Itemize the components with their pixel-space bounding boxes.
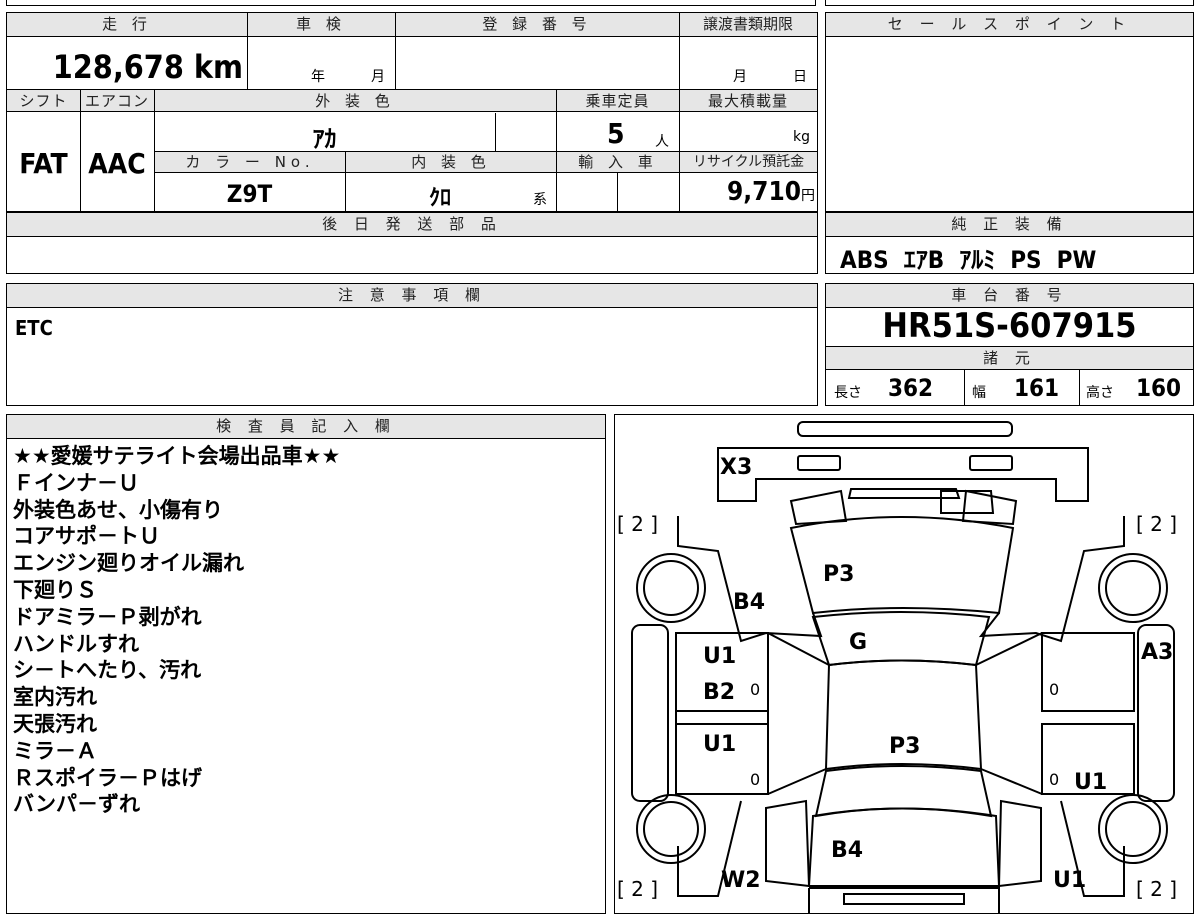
exterior-color-value: ｱｶ xyxy=(312,125,337,153)
inspector-line: エンジン廻りオイル漏れ xyxy=(13,551,244,576)
recycle-label: リサイクル預託金 xyxy=(680,152,817,173)
inspector-line: 下廻りＳ xyxy=(13,577,97,602)
later-parts-label: 後 日 発 送 部 品 xyxy=(7,213,817,237)
inspector-line: コアサポ－トＵ xyxy=(13,524,160,549)
mark-right-rear-quarter: U1 xyxy=(1053,868,1086,893)
mark-left-front-door-2: B2 xyxy=(703,680,735,705)
inspector-line: シ－トへたり、汚れ xyxy=(13,658,202,683)
spec-width-value: 161 xyxy=(1014,374,1060,402)
top-strip-right xyxy=(825,0,1194,6)
transfer-day-unit: 日 xyxy=(793,69,807,85)
tire-label-front-left: [ 2 ] xyxy=(617,512,658,536)
inspection-label: 車 検 xyxy=(247,13,395,37)
door-mark-left-rear: 0 xyxy=(750,770,760,789)
interior-color-value: ｸﾛ xyxy=(428,186,451,211)
inspector-line: ドアミラ－Ｐ剥がれ xyxy=(13,604,202,629)
inspector-line: 室内汚れ xyxy=(13,685,97,710)
inspector-line: 天張汚れ xyxy=(13,711,97,736)
vehicle-info-box: 走 行 車 検 登 録 番 号 譲渡書類期限 128,678 km 年 月 月 … xyxy=(6,12,818,213)
inspector-line: ミラ－Ａ xyxy=(13,738,97,763)
inspector-box: 検 査 員 記 入 欄 ★★愛媛サテライト会場出品車★★ Ｆインナ－Ｕ 外装色あ… xyxy=(6,414,606,914)
mark-right-front-door: A3 xyxy=(1141,640,1173,665)
genuine-equipment-label: 純 正 装 備 xyxy=(826,213,1193,237)
spec-height-value: 160 xyxy=(1136,374,1182,402)
chassis-value: HR51S-607915 xyxy=(882,306,1137,346)
sales-points-label: セ ー ル ス ポ イ ン ト xyxy=(826,13,1193,37)
spec-length-label: 長さ xyxy=(834,385,862,401)
inspector-line: 外装色あせ、小傷有り xyxy=(13,497,223,522)
tire-label-front-right: [ 2 ] xyxy=(1136,512,1177,536)
sales-points-box: セ ー ル ス ポ イ ン ト xyxy=(825,12,1194,212)
specs-label: 諸 元 xyxy=(826,346,1193,370)
mark-left-rear-quarter: W2 xyxy=(721,868,761,893)
capacity-value: 5 xyxy=(607,117,625,150)
later-parts-box: 後 日 発 送 部 品 xyxy=(6,212,818,274)
mark-front-bumper: X3 xyxy=(720,455,752,480)
chassis-box: 車 台 番 号 HR51S-607915 諸 元 長さ 362 幅 161 高さ… xyxy=(825,283,1194,406)
inspector-line: Ｒスポイラ－Ｐはげ xyxy=(13,765,202,790)
shift-value: FAT xyxy=(19,147,68,180)
inspection-year-unit: 年 xyxy=(311,69,325,85)
color-no-label: カ ラ ー No. xyxy=(155,152,345,173)
mark-left-rear-door: U1 xyxy=(703,732,736,757)
aircon-value: AAC xyxy=(88,147,146,180)
mark-trunk: B4 xyxy=(831,838,863,863)
capacity-unit: 人 xyxy=(655,134,669,150)
mark-left-front-fender: B4 xyxy=(733,590,765,615)
inspection-month-unit: 月 xyxy=(371,69,385,85)
damage-diagram-box: X3 P3 B4 G U1 B2 U1 P3 A3 U1 B4 W2 U1 [ … xyxy=(614,414,1194,914)
mark-hood: P3 xyxy=(823,562,854,587)
inspector-line: ★★愛媛サテライト会場出品車★★ xyxy=(13,444,341,468)
mark-windshield: G xyxy=(849,630,867,655)
aircon-label: エアコン xyxy=(80,90,154,112)
exterior-color-label: 外 装 色 xyxy=(154,90,556,112)
registration-label: 登 録 番 号 xyxy=(395,13,679,37)
door-mark-right-front: 0 xyxy=(1049,680,1059,699)
chassis-label: 車 台 番 号 xyxy=(826,284,1193,308)
mark-right-rear-door: U1 xyxy=(1074,770,1107,795)
interior-color-label: 内 装 色 xyxy=(346,152,556,173)
transfer-deadline-label: 譲渡書類期限 xyxy=(679,13,817,37)
mark-left-front-door: U1 xyxy=(703,644,736,669)
door-mark-left-front: 0 xyxy=(750,680,760,699)
max-load-unit: kg xyxy=(793,129,810,145)
inspector-lines: ★★愛媛サテライト会場出品車★★ Ｆインナ－Ｕ 外装色あせ、小傷有り コアサポ－… xyxy=(13,443,340,818)
top-strip xyxy=(6,0,816,6)
capacity-label: 乗車定員 xyxy=(556,90,679,112)
mileage-label: 走 行 xyxy=(7,13,247,37)
color-no-value: Z9T xyxy=(226,180,273,208)
inspector-line: Ｆインナ－Ｕ xyxy=(13,470,139,495)
door-mark-right-rear: 0 xyxy=(1049,770,1059,789)
transfer-month-unit: 月 xyxy=(733,69,747,85)
car-diagram: X3 P3 B4 G U1 B2 U1 P3 A3 U1 B4 W2 U1 [ … xyxy=(617,421,1177,913)
spec-width-label: 幅 xyxy=(972,385,986,401)
genuine-equipment-box: 純 正 装 備 ABS ｴｱB ｱﾙﾐ PS PW xyxy=(825,212,1194,274)
mileage-value: 128,678 km xyxy=(52,48,243,86)
spec-height-label: 高さ xyxy=(1086,385,1114,401)
inspector-line: バンパ－ずれ xyxy=(13,792,141,817)
recycle-value: 9,710円 xyxy=(727,177,815,207)
notes-value: ETC xyxy=(15,316,53,340)
import-label: 輸 入 車 xyxy=(557,152,679,173)
tire-label-rear-right: [ 2 ] xyxy=(1136,877,1177,901)
notes-box: 注 意 事 項 欄 ETC xyxy=(6,283,818,406)
shift-label: シフト xyxy=(7,90,80,112)
max-load-label: 最大積載量 xyxy=(679,90,817,112)
mark-roof: P3 xyxy=(889,734,920,759)
genuine-equipment-value: ABS ｴｱB ｱﾙﾐ PS PW xyxy=(840,246,1097,274)
spec-length-value: 362 xyxy=(888,374,934,402)
interior-color-suffix: 系 xyxy=(533,192,547,208)
inspector-line: ハンドルすれ xyxy=(13,631,139,656)
tire-label-rear-left: [ 2 ] xyxy=(617,877,658,901)
inspector-label: 検 査 員 記 入 欄 xyxy=(7,415,605,439)
notes-label: 注 意 事 項 欄 xyxy=(7,284,817,308)
